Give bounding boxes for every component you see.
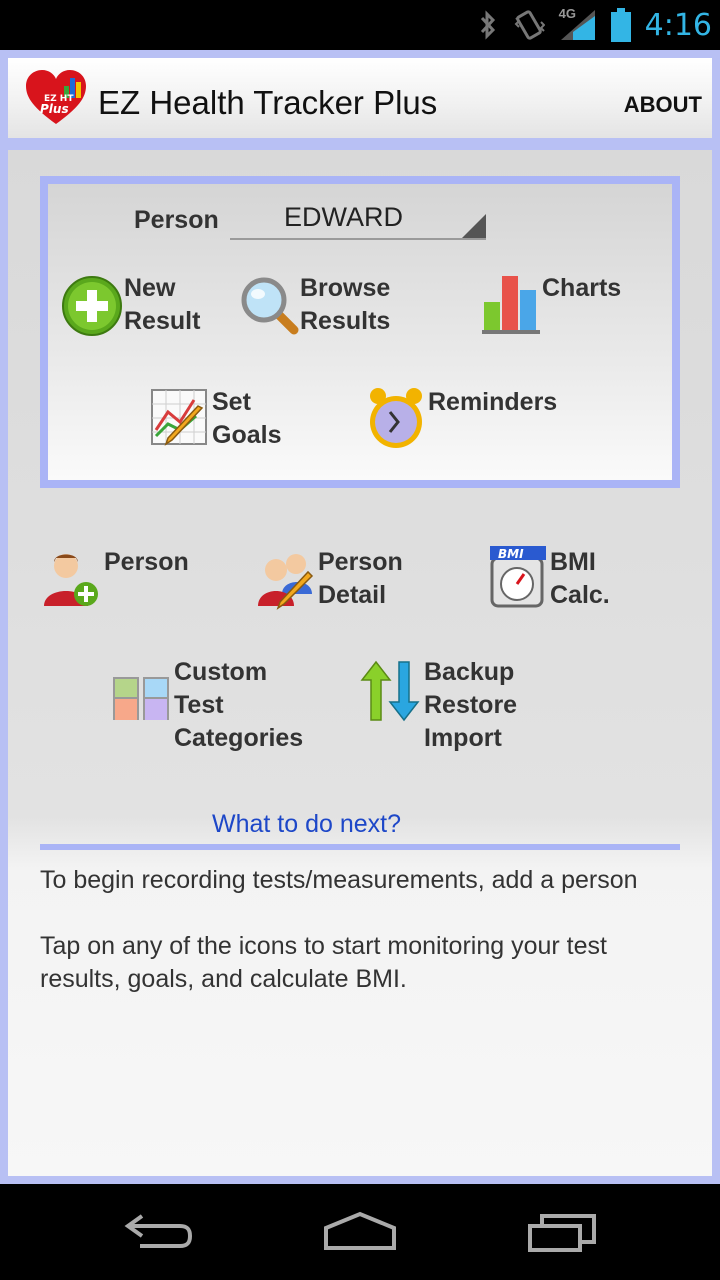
- backup-restore-import-button[interactable]: Backup Restore Import: [360, 656, 517, 755]
- charts-button[interactable]: Charts: [480, 272, 621, 336]
- help-paragraph: To begin recording tests/measurements, a…: [40, 866, 638, 894]
- up-down-arrows-icon: [360, 660, 420, 722]
- reminders-button[interactable]: Reminders: [364, 386, 557, 450]
- person-spinner[interactable]: EDWARD: [230, 190, 486, 240]
- person-panel: Person EDWARD New Result Browse Results …: [40, 176, 680, 488]
- bar-chart-icon: [482, 276, 540, 334]
- bluetooth-icon: [480, 10, 495, 40]
- vibrate-icon: [514, 10, 545, 40]
- browse-results-label: Browse Results: [300, 274, 391, 335]
- person-value: EDWARD: [284, 202, 403, 232]
- reminders-label: Reminders: [428, 388, 558, 416]
- custom-test-categories-label: Custom Test Categories: [174, 658, 304, 752]
- edit-persons-icon: [258, 554, 314, 610]
- goal-chart-pencil-icon: [151, 389, 207, 446]
- bmi-calc-button[interactable]: BMI BMI Calc.: [488, 546, 610, 612]
- status-bar: 4G 4:16: [0, 0, 720, 50]
- signal-icon: 4G: [559, 6, 597, 42]
- main-content: Person EDWARD New Result Browse Results …: [8, 150, 712, 1176]
- magnifier-icon: [241, 277, 299, 335]
- alarm-clock-icon: [370, 388, 422, 448]
- what-to-do-next-link[interactable]: What to do next?: [212, 810, 401, 839]
- dropdown-triangle-icon: [462, 214, 486, 238]
- backup-restore-import-label: Backup Restore Import: [424, 658, 518, 752]
- person-tool-label: Person: [104, 548, 189, 576]
- set-goals-label: Set Goals: [212, 388, 282, 449]
- status-icons: 4G 4:16: [477, 6, 712, 44]
- add-circle-icon: [62, 276, 122, 336]
- app-window: EZ HT Plus EZ Health Tracker Plus ABOUT …: [0, 50, 720, 1184]
- help-paragraph: Tap on any of the icons to start monitor…: [40, 932, 607, 993]
- back-icon[interactable]: [124, 1210, 196, 1254]
- clock: 4:16: [644, 7, 712, 43]
- new-result-button[interactable]: New Result: [60, 272, 200, 338]
- app-title: EZ Health Tracker Plus: [98, 84, 438, 121]
- navigation-bar: [0, 1184, 720, 1280]
- set-goals-button[interactable]: Set Goals: [148, 386, 281, 452]
- custom-test-categories-button[interactable]: Custom Test Categories: [112, 656, 303, 755]
- section-divider: [40, 844, 680, 850]
- help-text: To begin recording tests/measurements, a…: [40, 864, 680, 996]
- charts-label: Charts: [542, 274, 622, 302]
- bmi-icon-text: BMI: [498, 547, 524, 561]
- app-logo-heart-icon: EZ HT Plus: [26, 70, 86, 124]
- home-icon[interactable]: [322, 1210, 398, 1254]
- bmi-calc-label: BMI Calc.: [550, 548, 610, 609]
- battery-icon: [610, 8, 631, 42]
- new-result-label: New Result: [124, 274, 201, 335]
- bmi-scale-icon: BMI: [490, 546, 546, 608]
- action-bar: EZ HT Plus EZ Health Tracker Plus ABOUT: [8, 58, 712, 138]
- categories-grid-icon: [113, 677, 169, 720]
- add-person-icon: [44, 554, 98, 606]
- about-button[interactable]: ABOUT: [624, 92, 702, 118]
- browse-results-button[interactable]: Browse Results: [236, 272, 390, 338]
- recent-apps-icon[interactable]: [526, 1210, 598, 1254]
- svg-text:Plus: Plus: [40, 102, 69, 116]
- person-detail-label: Person Detail: [318, 548, 403, 609]
- person-detail-button[interactable]: Person Detail: [254, 546, 403, 612]
- person-label: Person: [134, 206, 219, 234]
- add-person-button[interactable]: Person: [40, 546, 189, 610]
